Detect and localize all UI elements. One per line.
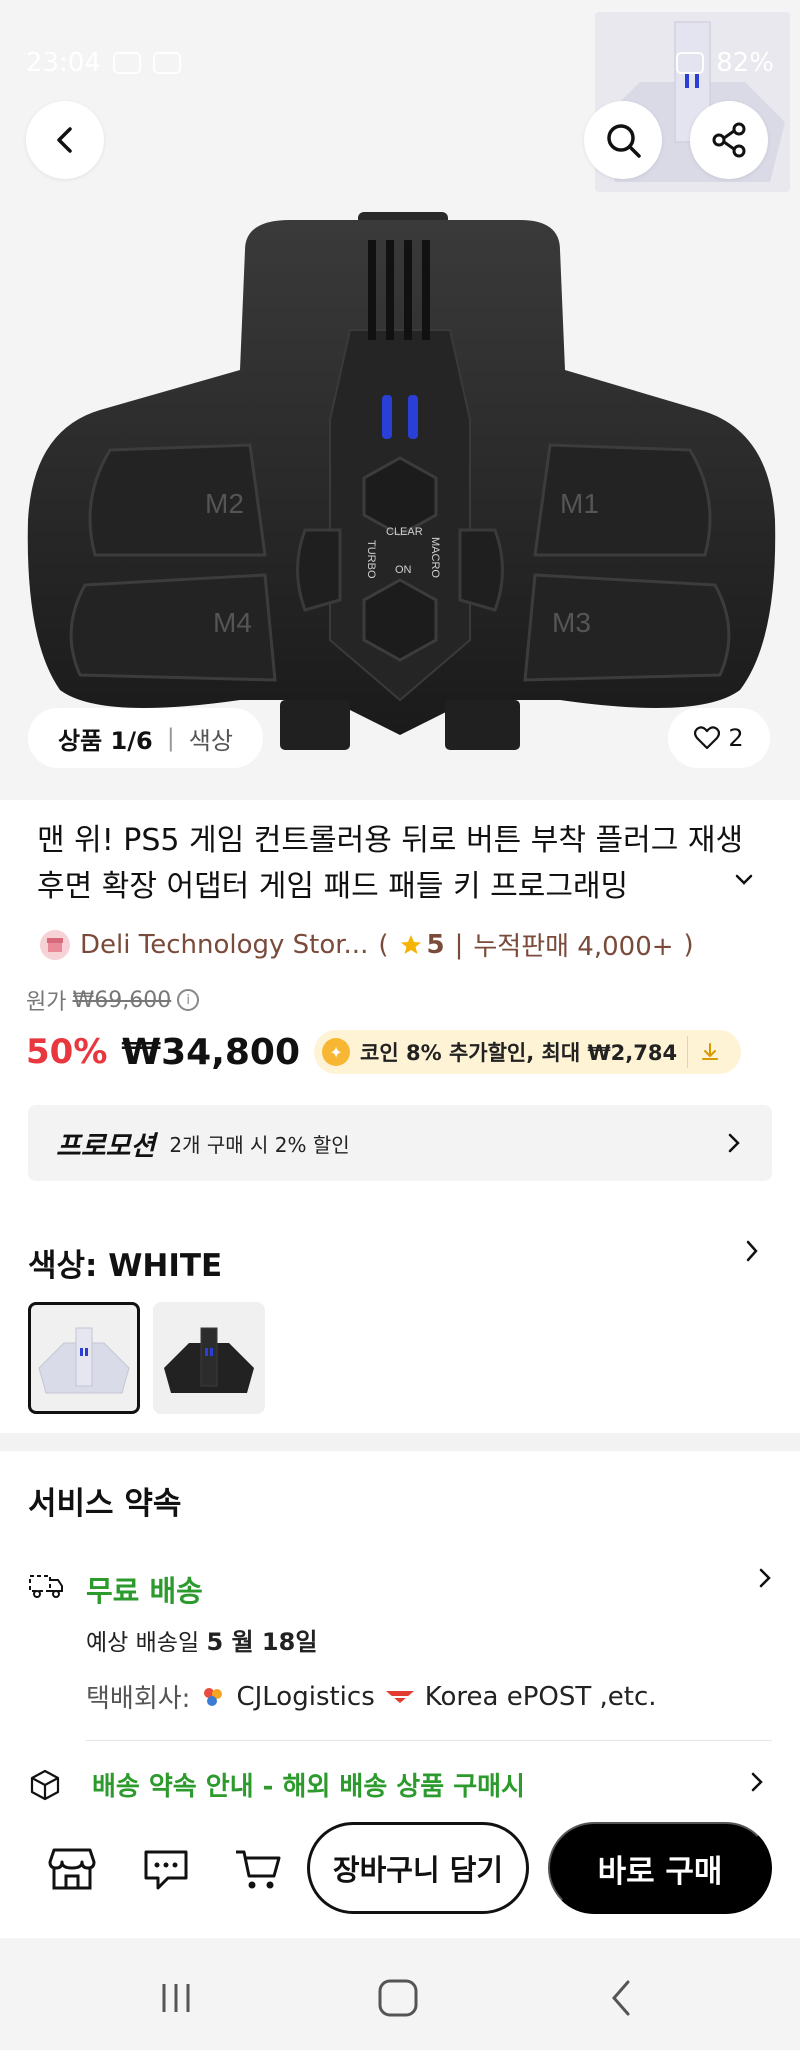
price-row: 50% ₩34,800 ✦ 코인 8% 추가할인, 최대 ₩2,784 [26, 1030, 742, 1074]
coin-discount-badge[interactable]: ✦ 코인 8% 추가할인, 최대 ₩2,784 [314, 1030, 742, 1074]
download-icon[interactable] [687, 1036, 731, 1068]
battery-level: 82% [716, 48, 774, 78]
chip-separator: | [166, 724, 175, 752]
carrier-label: 택배회사: [86, 1684, 191, 1714]
like-count: 2 [728, 724, 744, 752]
estimated-delivery: 예상 배송일 5 월 18일 [86, 1622, 317, 1657]
image-counter-chip[interactable]: 상품 1/6 | 색상 [28, 708, 263, 768]
carrier-cj: CJLogistics [236, 1681, 375, 1712]
delivery-date: 5 월 18일 [206, 1628, 318, 1656]
label-m1: M1 [560, 488, 599, 519]
status-time: 23:04 [26, 48, 101, 78]
home-icon[interactable] [376, 1978, 420, 2018]
notification-icon [152, 52, 181, 74]
free-shipping-label[interactable]: 무료 배송 [86, 1568, 203, 1610]
black-variant-image [164, 1327, 254, 1393]
info-icon[interactable]: i [177, 989, 200, 1011]
star-icon [400, 934, 421, 954]
status-bar: 23:04 82% [0, 0, 800, 96]
label-turbo: TURBO [365, 540, 377, 579]
chevron-down-icon[interactable] [732, 868, 756, 892]
store-icon [40, 929, 70, 960]
store-front-icon[interactable] [48, 1846, 96, 1892]
paren-close: ) [683, 929, 694, 960]
coin-offer-text: 코인 8% 추가할인, 최대 ₩2,784 [360, 1041, 678, 1065]
section-divider [0, 1433, 800, 1451]
label-clear: CLEAR [386, 526, 423, 538]
search-icon [607, 124, 641, 158]
promotion-banner[interactable]: 프로모션 2개 구매 시 2% 할인 [28, 1105, 772, 1181]
message-icon [112, 52, 141, 74]
label-macro: MACRO [429, 537, 441, 578]
chevron-right-icon [728, 1133, 740, 1153]
label-on: ON [395, 564, 412, 576]
store-link[interactable]: Deli Technology Stor... ( 5 | 누적판매 4,000… [40, 926, 694, 963]
label-m4: M4 [213, 607, 252, 638]
share-button[interactable] [690, 101, 768, 179]
delivery-promise-link[interactable]: 배송 약속 안내 - 해외 배송 상품 구매시 [92, 1766, 525, 1803]
product-image-carousel[interactable]: M2 M1 M4 M3 CLEAR TURBO ON MACRO 23:04 8… [0, 0, 800, 800]
heart-icon [694, 726, 721, 750]
like-button[interactable]: 2 [668, 708, 770, 768]
product-title[interactable]: 맨 위! PS5 게임 컨트롤러용 뒤로 버튼 부착 플러그 재생 후면 확장 … [37, 818, 757, 910]
image-option-label: 색상 [188, 726, 233, 755]
original-price-row: 원가 ₩69,600 i [26, 984, 200, 1016]
korea-post-logo-icon [383, 1686, 417, 1708]
white-variant-image [38, 1327, 130, 1394]
sale-price: ₩34,800 [121, 1031, 301, 1073]
color-swatch-white[interactable] [28, 1302, 140, 1414]
share-icon [712, 122, 746, 158]
cart-icon[interactable] [234, 1846, 282, 1892]
color-swatch-black[interactable] [153, 1302, 265, 1414]
search-button[interactable] [584, 101, 662, 179]
rating-separator: | [454, 929, 464, 960]
label-m3: M3 [552, 607, 591, 638]
delivery-date-prefix: 예상 배송일 [86, 1630, 200, 1656]
carrier-post: Korea ePOST ,etc. [424, 1681, 657, 1712]
add-to-cart-button[interactable]: 장바구니 담기 [307, 1822, 529, 1914]
sales-count: 누적판매 4,000+ [473, 932, 674, 962]
signal-icon [676, 52, 705, 74]
back-nav-icon[interactable] [606, 1978, 636, 2018]
recent-apps-icon[interactable] [156, 1978, 196, 2018]
coin-icon: ✦ [322, 1038, 351, 1066]
promotion-title: 프로모션 [56, 1130, 156, 1162]
color-option-label: 색상: WHITE [28, 1248, 223, 1284]
truck-icon [29, 1575, 63, 1598]
package-icon [30, 1769, 60, 1801]
service-section-title: 서비스 약속 [28, 1486, 182, 1522]
rating-value: 5 [426, 929, 445, 960]
chevron-right-icon[interactable] [748, 1770, 766, 1794]
buy-now-button[interactable]: 바로 구매 [548, 1822, 772, 1914]
original-price-label: 원가 [26, 990, 67, 1015]
chevron-left-icon [57, 127, 72, 153]
store-rating: 5 [399, 930, 445, 960]
chevron-right-icon[interactable] [756, 1566, 774, 1590]
image-counter: 상품 1/6 [58, 726, 153, 755]
label-m2: M2 [205, 488, 244, 519]
cj-logo-icon [198, 1682, 228, 1712]
promotion-text: 2개 구매 시 2% 할인 [169, 1132, 350, 1157]
discount-rate: 50% [26, 1032, 108, 1072]
store-name: Deli Technology Stor... [80, 929, 369, 960]
back-button[interactable] [26, 101, 104, 179]
divider [86, 1740, 772, 1741]
carrier-row: 택배회사: CJLogistics Korea ePOST ,etc. [86, 1678, 657, 1715]
paren-open: ( [378, 929, 389, 960]
chat-icon[interactable] [142, 1846, 190, 1892]
original-price: ₩69,600 [72, 987, 172, 1013]
chevron-right-icon[interactable] [742, 1238, 762, 1264]
